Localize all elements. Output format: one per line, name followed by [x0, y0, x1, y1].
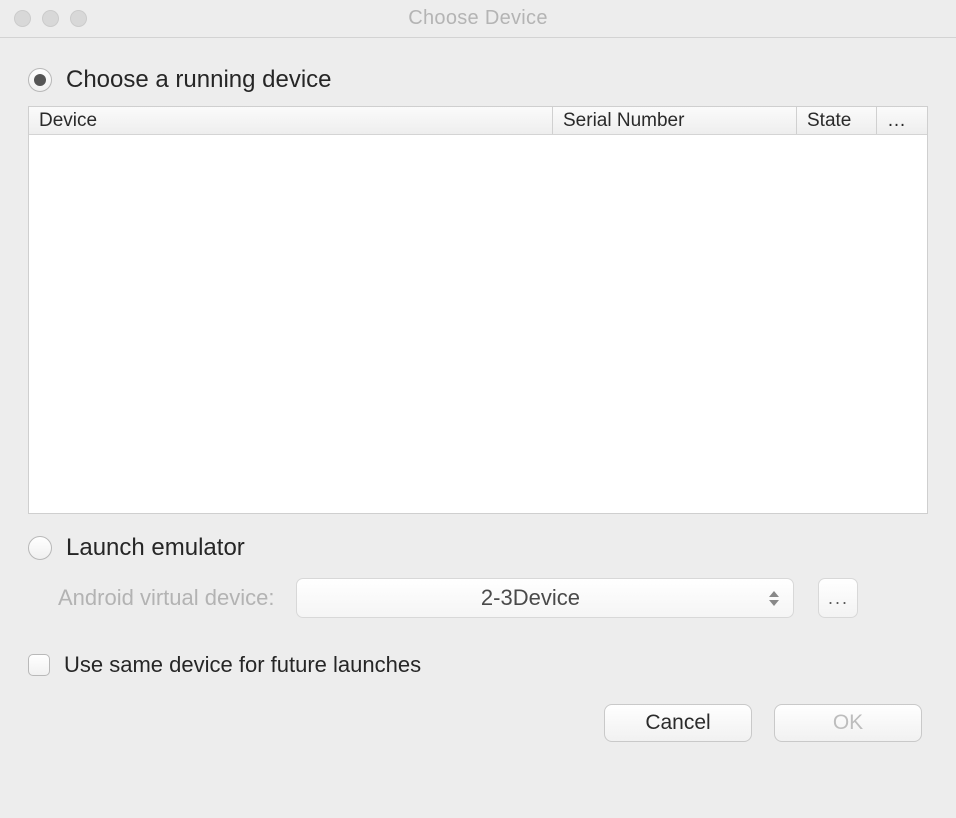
device-table-header: Device Serial Number State …	[29, 107, 927, 135]
use-same-device-label: Use same device for future launches	[64, 652, 421, 678]
select-stepper-icon	[763, 591, 785, 606]
avd-selected-value: 2-3Device	[297, 585, 763, 611]
launch-emulator-option[interactable]: Launch emulator	[28, 534, 928, 562]
launch-emulator-label: Launch emulator	[66, 534, 245, 562]
window-title: Choose Device	[0, 7, 956, 30]
avd-row: Android virtual device: 2-3Device ...	[58, 578, 928, 618]
cancel-button[interactable]: Cancel	[604, 704, 752, 742]
avd-select[interactable]: 2-3Device	[296, 578, 794, 618]
use-same-device-checkbox[interactable]	[28, 654, 50, 676]
column-header-device[interactable]: Device	[29, 107, 553, 134]
device-table: Device Serial Number State …	[28, 106, 928, 514]
column-header-more[interactable]: …	[877, 107, 927, 134]
close-window-icon[interactable]	[14, 10, 31, 27]
avd-label: Android virtual device:	[58, 585, 274, 611]
choose-running-option[interactable]: Choose a running device	[28, 66, 928, 94]
titlebar: Choose Device	[0, 0, 956, 38]
zoom-window-icon[interactable]	[70, 10, 87, 27]
column-header-serial[interactable]: Serial Number	[553, 107, 797, 134]
choose-running-radio[interactable]	[28, 68, 52, 92]
use-same-device-option[interactable]: Use same device for future launches	[28, 652, 928, 678]
avd-browse-button[interactable]: ...	[818, 578, 858, 618]
dialog-buttons: Cancel OK	[28, 704, 928, 742]
choose-running-label: Choose a running device	[66, 66, 332, 94]
column-header-state[interactable]: State	[797, 107, 877, 134]
dialog-content: Choose a running device Device Serial Nu…	[0, 38, 956, 760]
minimize-window-icon[interactable]	[42, 10, 59, 27]
launch-emulator-radio[interactable]	[28, 536, 52, 560]
device-table-body[interactable]	[29, 135, 927, 513]
window-controls	[0, 10, 87, 27]
ok-button: OK	[774, 704, 922, 742]
ellipsis-icon: ...	[828, 588, 849, 609]
